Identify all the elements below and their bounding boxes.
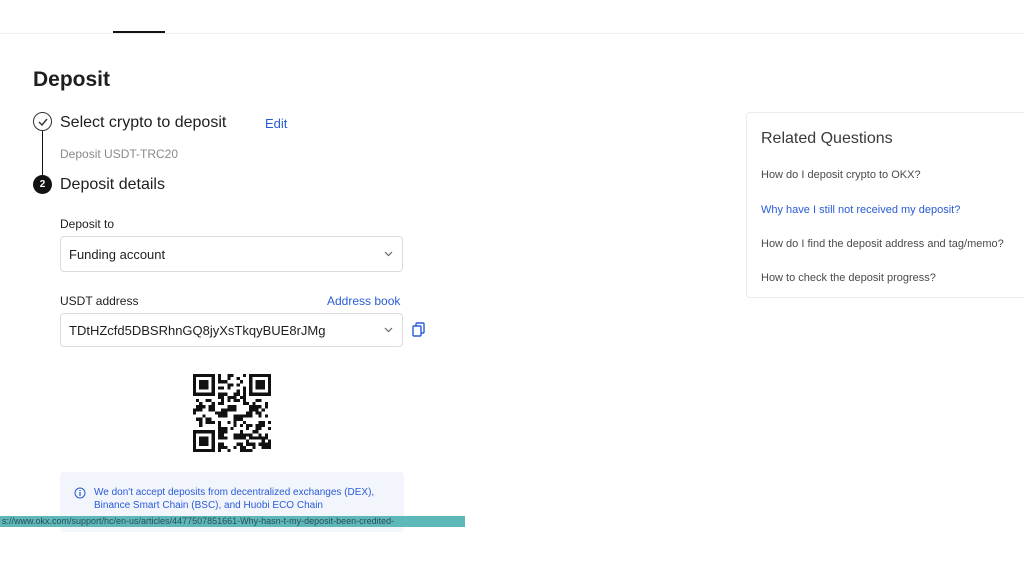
step2-title: Deposit details <box>60 176 165 193</box>
address-select[interactable]: TDtHZcfd5DBSRhnGQ8jyXsTkqyBUE8rJMg <box>60 313 403 347</box>
deposit-to-value: Funding account <box>69 246 166 262</box>
copy-icon[interactable] <box>411 321 429 339</box>
step1-title: Select crypto to deposit <box>60 114 227 131</box>
edit-link[interactable]: Edit <box>265 116 287 131</box>
step2-number-badge: 2 <box>33 175 52 194</box>
step1-summary: Deposit USDT-TRC20 <box>60 147 179 161</box>
related-questions-panel: Related Questions How do I deposit crypt… <box>746 112 1024 298</box>
browser-status-url: s://www.okx.com/support/hc/en-us/article… <box>0 516 465 527</box>
related-question-link[interactable]: How do I deposit crypto to OKX? <box>761 169 921 181</box>
chevron-down-icon <box>382 248 394 260</box>
top-navigation <box>0 0 1024 34</box>
page-title: Deposit <box>33 68 111 91</box>
info-icon <box>74 487 86 499</box>
stepper-line <box>42 131 43 175</box>
related-question-link[interactable]: How to check the deposit progress? <box>761 272 936 284</box>
deposit-page: Deposit Select crypto to deposit Edit De… <box>0 0 1024 576</box>
related-question-link[interactable]: Why have I still not received my deposit… <box>761 204 960 216</box>
deposit-to-label: Deposit to <box>60 217 115 231</box>
address-value: TDtHZcfd5DBSRhnGQ8jyXsTkqyBUE8rJMg <box>69 322 326 338</box>
active-tab-indicator[interactable] <box>113 0 165 33</box>
check-circle-icon <box>33 112 52 131</box>
related-questions-title: Related Questions <box>761 130 893 147</box>
deposit-to-select[interactable]: Funding account <box>60 236 403 272</box>
deposit-qr-code <box>193 374 271 452</box>
chevron-down-icon <box>382 324 394 336</box>
related-question-link[interactable]: How do I find the deposit address and ta… <box>761 238 1004 250</box>
address-label: USDT address <box>60 294 139 308</box>
address-book-link[interactable]: Address book <box>327 294 400 308</box>
